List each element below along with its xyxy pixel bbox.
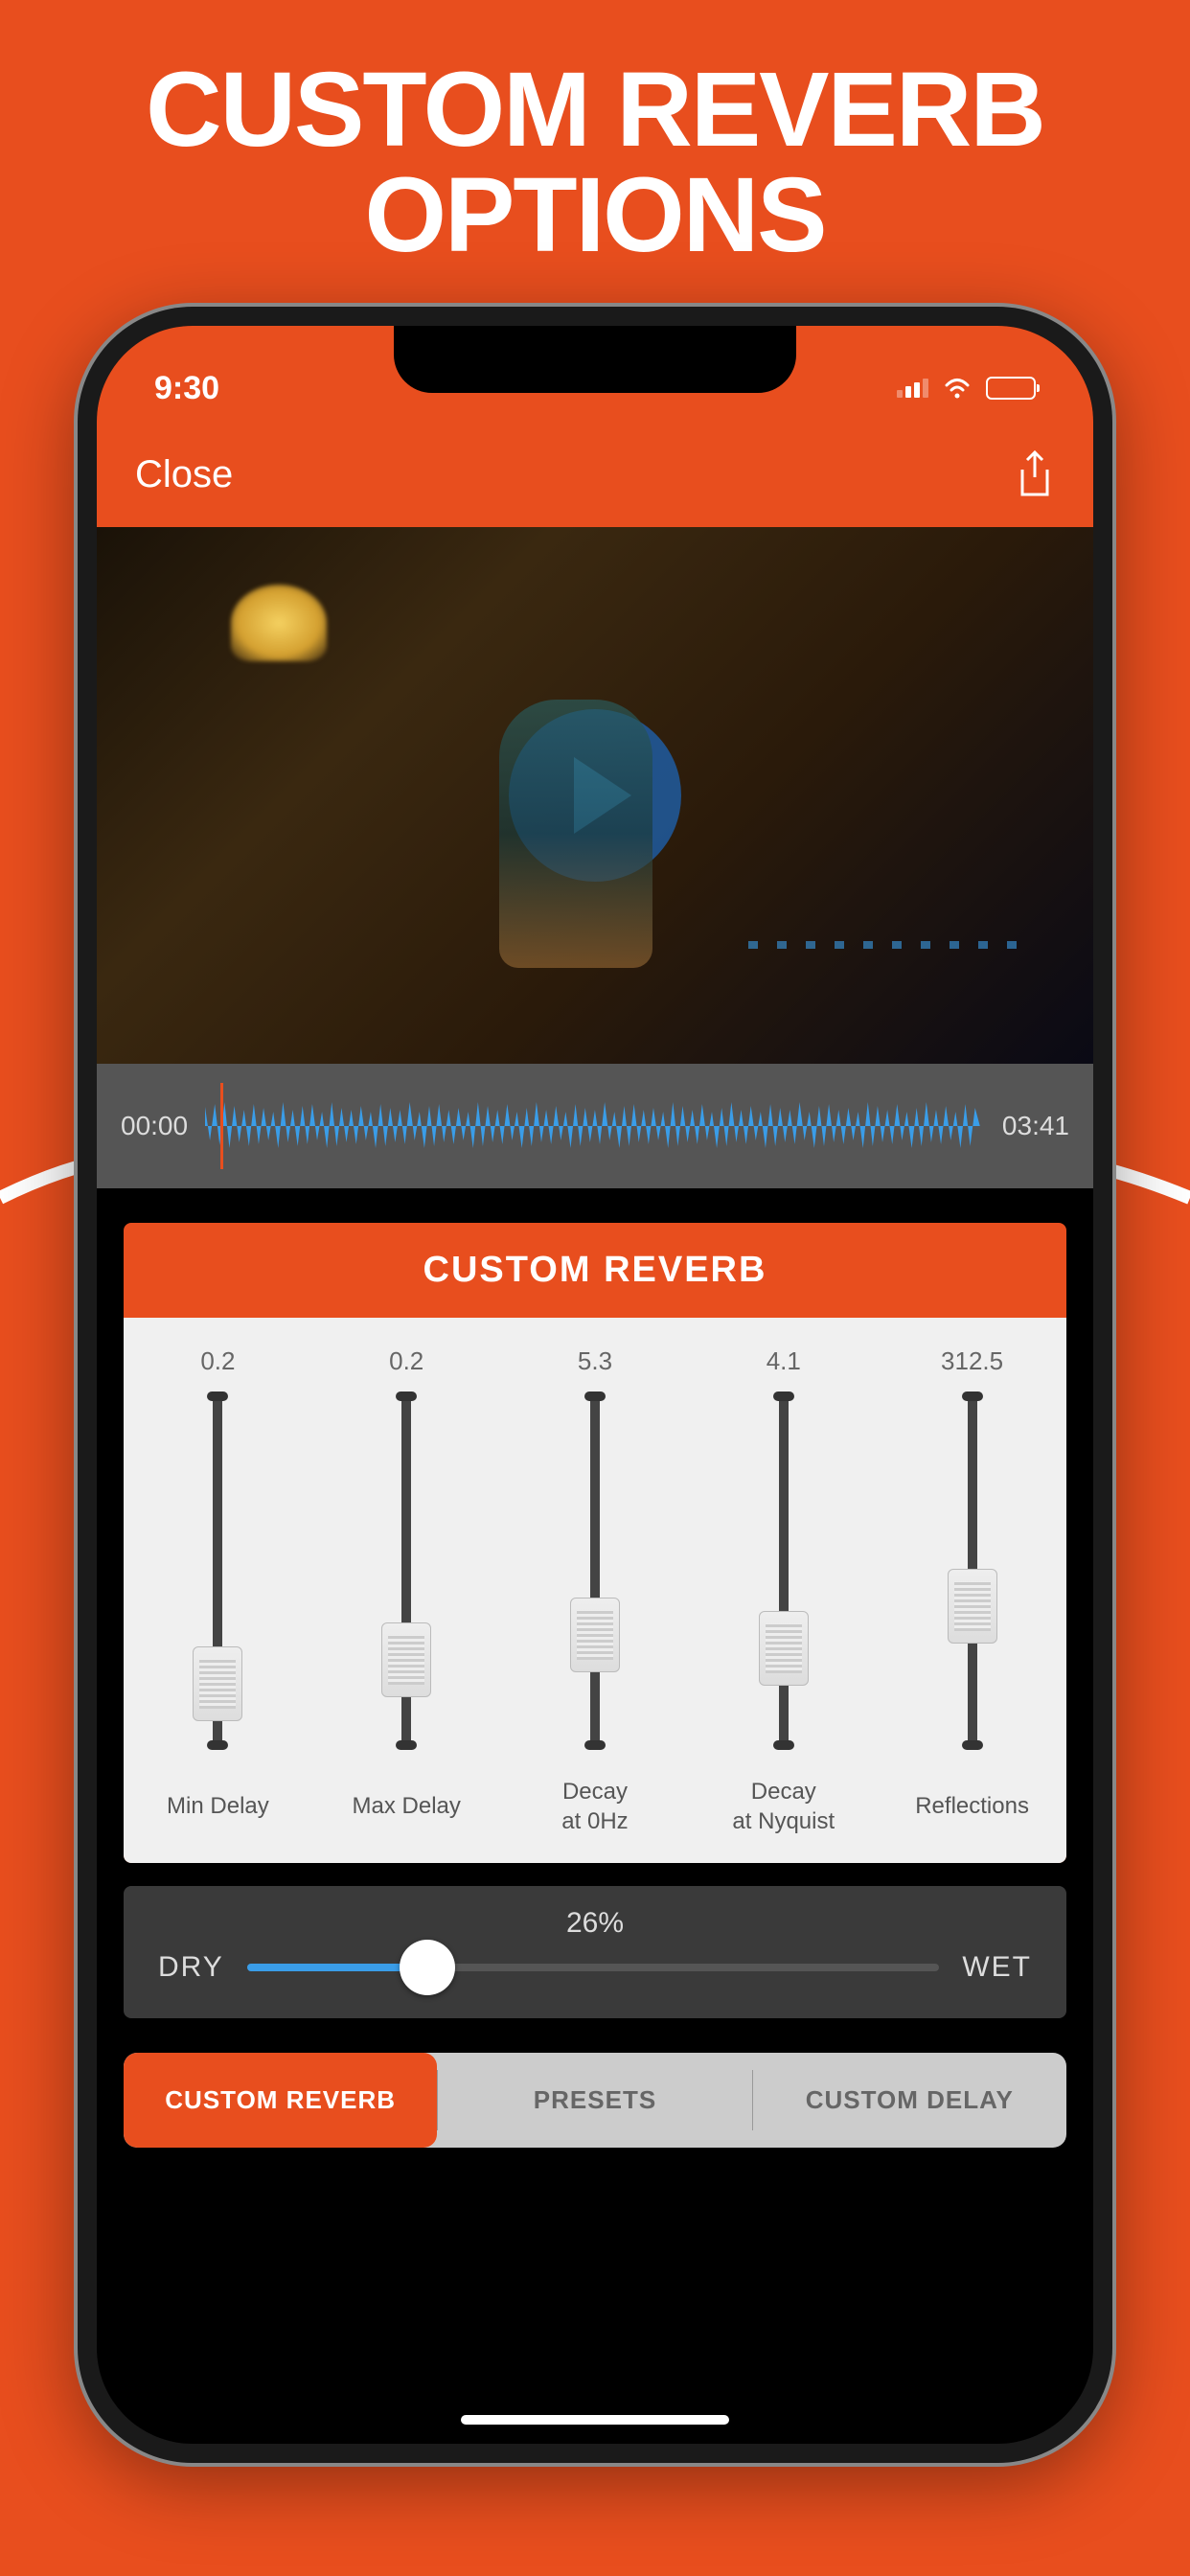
- dry-label: DRY: [158, 1951, 224, 1984]
- slider-label: Decayat 0Hz: [558, 1777, 631, 1836]
- mode-tabs: CUSTOM REVERBPRESETSCUSTOM DELAY: [124, 2053, 1066, 2148]
- vertical-slider[interactable]: [968, 1393, 977, 1748]
- playhead-indicator[interactable]: [220, 1083, 223, 1169]
- slider-thumb[interactable]: [381, 1622, 431, 1697]
- home-indicator[interactable]: [461, 2415, 729, 2425]
- slider-label: Max Delay: [349, 1777, 465, 1836]
- panel-title: CUSTOM REVERB: [124, 1223, 1066, 1318]
- slider-label: Reflections: [911, 1777, 1033, 1836]
- share-icon[interactable]: [1015, 450, 1055, 498]
- phone-mockup-frame: 9:30 Close: [78, 307, 1112, 2463]
- video-preview[interactable]: [97, 527, 1093, 1064]
- slider-thumb[interactable]: [193, 1646, 242, 1721]
- battery-icon: [986, 377, 1036, 400]
- reverb-panel: CUSTOM REVERB 0.2 Min Delay 0.2 Max Delay 5.…: [124, 1223, 1066, 1863]
- slider-value: 0.2: [389, 1346, 423, 1376]
- video-scene-lights: [748, 941, 1036, 949]
- mix-slider-thumb[interactable]: [400, 1940, 455, 1995]
- close-button[interactable]: Close: [135, 453, 233, 496]
- navigation-bar: Close: [97, 422, 1093, 527]
- slider-min-delay: 0.2 Min Delay: [124, 1346, 312, 1836]
- wifi-icon: [942, 377, 973, 400]
- slider-value: 5.3: [578, 1346, 612, 1376]
- slider-value: 4.1: [767, 1346, 801, 1376]
- vertical-slider[interactable]: [779, 1393, 789, 1748]
- slider-thumb[interactable]: [570, 1598, 620, 1672]
- video-scene-lamp: [231, 585, 327, 661]
- video-scene-performer: [499, 700, 652, 968]
- slider-decay-at-nyquist: 4.1 Decayat Nyquist: [689, 1346, 878, 1836]
- audio-timeline[interactable]: 00:00 03:41: [97, 1064, 1093, 1188]
- waveform-display[interactable]: [205, 1092, 985, 1160]
- slider-thumb[interactable]: [759, 1611, 809, 1686]
- wet-label: WET: [962, 1951, 1032, 1984]
- slider-reflections: 312.5 Reflections: [878, 1346, 1066, 1836]
- vertical-slider[interactable]: [590, 1393, 600, 1748]
- slider-value: 312.5: [941, 1346, 1003, 1376]
- slider-label: Min Delay: [163, 1777, 273, 1836]
- time-start: 00:00: [121, 1111, 188, 1141]
- dry-wet-mixer: 26% DRY WET: [124, 1886, 1066, 2018]
- mix-percent-label: 26%: [158, 1907, 1032, 1940]
- time-end: 03:41: [1002, 1111, 1069, 1141]
- status-time: 9:30: [154, 370, 219, 407]
- phone-notch: [394, 326, 796, 393]
- cellular-signal-icon: [897, 379, 928, 398]
- slider-thumb[interactable]: [948, 1569, 997, 1644]
- slider-value: 0.2: [200, 1346, 235, 1376]
- promo-headline: CUSTOM REVERB OPTIONS: [0, 0, 1190, 307]
- mix-slider[interactable]: [247, 1964, 940, 1971]
- tab-presets[interactable]: PRESETS: [438, 2053, 751, 2148]
- phone-screen: 9:30 Close: [97, 326, 1093, 2444]
- tab-custom-delay[interactable]: CUSTOM DELAY: [753, 2053, 1066, 2148]
- slider-label: Decayat Nyquist: [728, 1777, 838, 1836]
- reverb-sliders-row: 0.2 Min Delay 0.2 Max Delay 5.3 Decayat 0Hz 4.…: [124, 1318, 1066, 1863]
- vertical-slider[interactable]: [213, 1393, 222, 1748]
- slider-decay-at-0hz: 5.3 Decayat 0Hz: [501, 1346, 690, 1836]
- vertical-slider[interactable]: [401, 1393, 411, 1748]
- slider-max-delay: 0.2 Max Delay: [312, 1346, 501, 1836]
- tab-custom-reverb[interactable]: CUSTOM REVERB: [124, 2053, 437, 2148]
